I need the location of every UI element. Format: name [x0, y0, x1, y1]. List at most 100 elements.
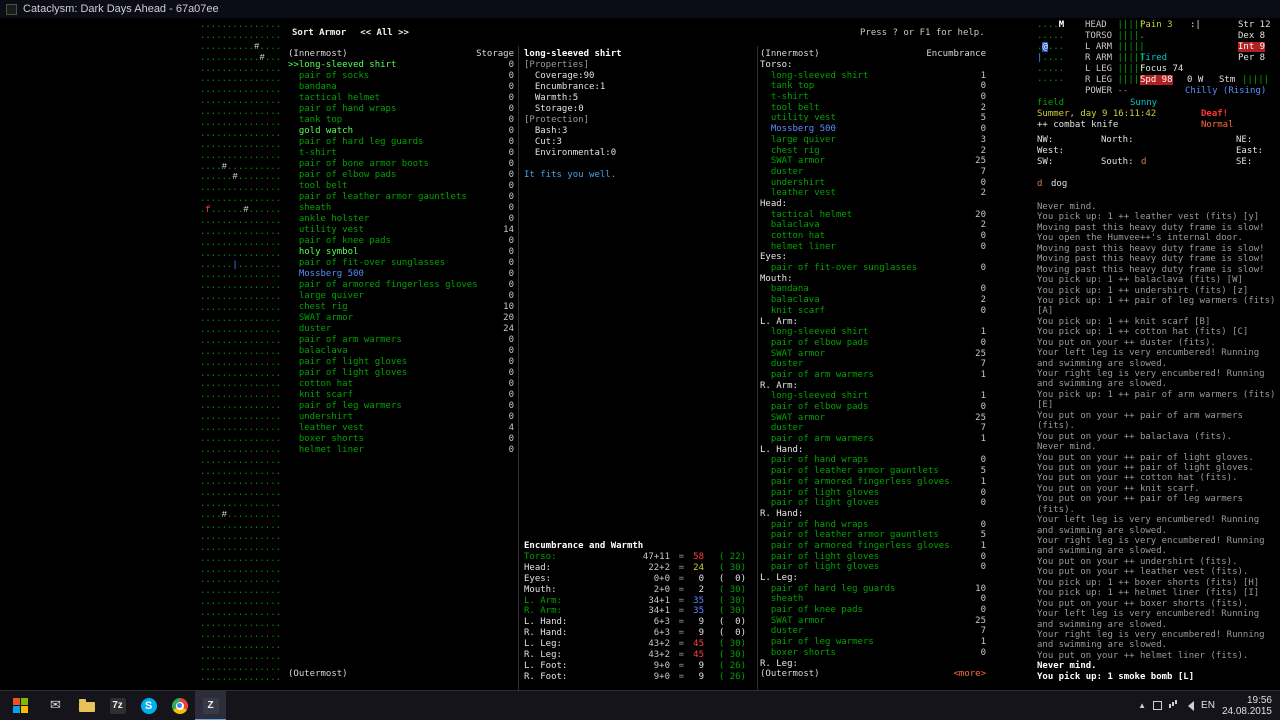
- show-hidden-icons-chevron[interactable]: ▲: [1138, 701, 1146, 710]
- armor-item-row[interactable]: sheath 0: [288, 203, 514, 214]
- armor-item-row[interactable]: pair of hand wraps 0: [288, 104, 514, 115]
- help-text: Press ? or F1 for help.: [860, 28, 985, 38]
- stat-str: Str 12: [1238, 20, 1271, 30]
- armor-item-row[interactable]: tank top 0: [288, 115, 514, 126]
- armor-item-row[interactable]: leather vest 4: [288, 423, 514, 434]
- sidebar-minimap: ....M..... .@... |..............: [1037, 20, 1065, 85]
- volume-icon[interactable]: [1183, 700, 1195, 711]
- armor-item-row[interactable]: SWAT armor 20: [288, 313, 514, 324]
- armor-item-row[interactable]: holy symbol 0: [288, 247, 514, 258]
- armor-item-row[interactable]: pair of light gloves 0: [288, 368, 514, 379]
- armor-item-list: (Innermost) Storage >>long-sleeved shirt…: [288, 49, 514, 456]
- focus-indicator: Focus 74: [1140, 64, 1184, 74]
- column-separator: [518, 46, 519, 696]
- armor-item-row[interactable]: gold watch 0: [288, 126, 514, 137]
- innermost-label-right: (Innermost): [760, 49, 820, 59]
- compass-south-creature: d: [1141, 157, 1147, 167]
- armor-item-row[interactable]: pair of armored fingerless gloves 0: [288, 280, 514, 291]
- mail-icon[interactable]: ✉: [40, 691, 71, 720]
- armor-item-row[interactable]: pair of fit-over sunglasses 0: [288, 258, 514, 269]
- taskbar-icons: ✉ 7z S Z: [40, 690, 226, 720]
- armor-item-row[interactable]: duster 24: [288, 324, 514, 335]
- creature-symbol: d: [1037, 179, 1043, 189]
- creature-name: dog: [1051, 179, 1068, 189]
- armor-item-row[interactable]: pair of elbow pads 0: [288, 170, 514, 181]
- armor-item-row[interactable]: knit scarf 0: [288, 390, 514, 401]
- encumbrance-table-title: Encumbrance and Warmth: [524, 541, 644, 551]
- network-icon[interactable]: [1169, 703, 1172, 708]
- body-status-rows: HEAD ||||| TORSO ||||. L ARM ||||| R ARM ||…: [1085, 20, 1145, 96]
- armor-item-row[interactable]: Mossberg 500 0: [288, 269, 514, 280]
- compass-ne: NE:: [1236, 135, 1253, 145]
- filter-all-control[interactable]: << All >>: [360, 28, 409, 38]
- map-strip: ........................................…: [200, 20, 282, 684]
- compass-east: East:: [1236, 146, 1264, 156]
- start-button[interactable]: [0, 691, 40, 720]
- innermost-label: (Innermost): [288, 49, 348, 59]
- chrome-icon[interactable]: [164, 691, 195, 720]
- body-part-rows: Torso: long-sleeved shirt 1 tank top 0 t-s…: [760, 60, 986, 669]
- 7zip-icon[interactable]: 7z: [102, 691, 133, 720]
- speed-indicator: Spd 98: [1140, 75, 1173, 85]
- skype-icon[interactable]: S: [133, 691, 164, 720]
- sort-armor-label: Sort Armor: [292, 28, 347, 38]
- mood-face: :|: [1190, 20, 1201, 30]
- encumbrance-warmth-table: Encumbrance and Warmth Torso: 47+11 = 58( 2…: [524, 541, 746, 683]
- encumbrance-column-label: Encumbrance: [926, 49, 986, 59]
- compass-sw: SW:: [1037, 157, 1054, 167]
- language-indicator[interactable]: EN: [1201, 700, 1215, 711]
- pain-indicator: Pain 3: [1140, 20, 1173, 30]
- armor-item-row[interactable]: bandana 0: [288, 82, 514, 93]
- armor-item-row[interactable]: chest rig 10: [288, 302, 514, 313]
- stamina-label: Stm: [1219, 75, 1236, 85]
- armor-item-row[interactable]: pair of arm warmers 0: [288, 335, 514, 346]
- weight-indicator: 0 W: [1187, 75, 1204, 85]
- item-detail-panel: long-sleeved shirt [Properties] Coverage…: [524, 49, 744, 159]
- armor-item-row[interactable]: tactical helmet 0: [288, 93, 514, 104]
- game-screen: ........................................…: [0, 18, 1280, 696]
- armor-item-row[interactable]: pair of hard leg guards 0: [288, 137, 514, 148]
- column-separator: [757, 46, 758, 696]
- armor-item-row[interactable]: >>long-sleeved shirt 0: [288, 60, 514, 71]
- message-log: Never mind. You pick up: 1 ++ leather ves…: [1037, 202, 1276, 682]
- action-center-icon[interactable]: [1153, 701, 1163, 710]
- cdda-window-icon: [6, 3, 17, 15]
- armor-item-row[interactable]: undershirt 0: [288, 412, 514, 423]
- file-explorer-icon[interactable]: [71, 691, 102, 720]
- storage-column-label: Storage: [476, 49, 514, 59]
- weapon-mode: Normal: [1201, 120, 1234, 130]
- armor-item-row[interactable]: ankle holster 0: [288, 214, 514, 225]
- armor-item-row[interactable]: tool belt 0: [288, 181, 514, 192]
- armor-item-row[interactable]: pair of leather armor gauntlets 0: [288, 192, 514, 203]
- cdda-icon[interactable]: Z: [195, 690, 226, 720]
- armor-item-row[interactable]: pair of bone armor boots 0: [288, 159, 514, 170]
- windows-logo-icon: [12, 698, 28, 713]
- clock-time: 19:56: [1246, 694, 1272, 706]
- compass-nw: NW:: [1037, 135, 1054, 145]
- armor-item-row[interactable]: large quiver 0: [288, 291, 514, 302]
- window-title: Cataclysm: Dark Days Ahead - 67a07ee: [23, 3, 219, 15]
- outermost-label-right: (Outermost): [760, 669, 820, 679]
- window-titlebar[interactable]: Cataclysm: Dark Days Ahead - 67a07ee: [0, 0, 1280, 18]
- detail-rows: [Properties] Coverage: 90 Encumbrance: 1 W…: [524, 60, 617, 158]
- fit-note: It fits you well.: [524, 170, 617, 180]
- taskbar-clock[interactable]: 19:56 24.08.2015: [1222, 695, 1272, 717]
- armor-item-row[interactable]: pair of light gloves 0: [288, 357, 514, 368]
- armor-item-row[interactable]: pair of leg warmers 0: [288, 401, 514, 412]
- armor-item-row[interactable]: boxer shorts 0: [288, 434, 514, 445]
- armor-item-row[interactable]: balaclava 0: [288, 346, 514, 357]
- status-sidebar: ....M..... .@... |.............. HEAD ||||…: [1035, 18, 1280, 690]
- fatigue-indicator: Tired: [1140, 53, 1168, 63]
- stat-dex: Dex 8: [1238, 31, 1266, 41]
- armor-item-row[interactable]: helmet liner 0: [288, 445, 514, 456]
- stat-int: Int 9: [1238, 42, 1266, 52]
- armor-item-row[interactable]: cotton hat 0: [288, 379, 514, 390]
- enc-rows: Torso: 47+11 = 58( 22) Head: 22+2 = 24( 30) Eyes…: [524, 552, 746, 682]
- armor-item-row[interactable]: pair of knee pads 0: [288, 236, 514, 247]
- armor-item-row[interactable]: utility vest 14: [288, 225, 514, 236]
- datetime-indicator: Summer, day 9 16:11:42: [1037, 109, 1157, 119]
- armor-item-row[interactable]: t-shirt 0: [288, 148, 514, 159]
- outermost-label-left: (Outermost): [288, 669, 348, 679]
- armor-item-row[interactable]: pair of socks 0: [288, 71, 514, 82]
- more-indicator[interactable]: <more>: [953, 669, 986, 679]
